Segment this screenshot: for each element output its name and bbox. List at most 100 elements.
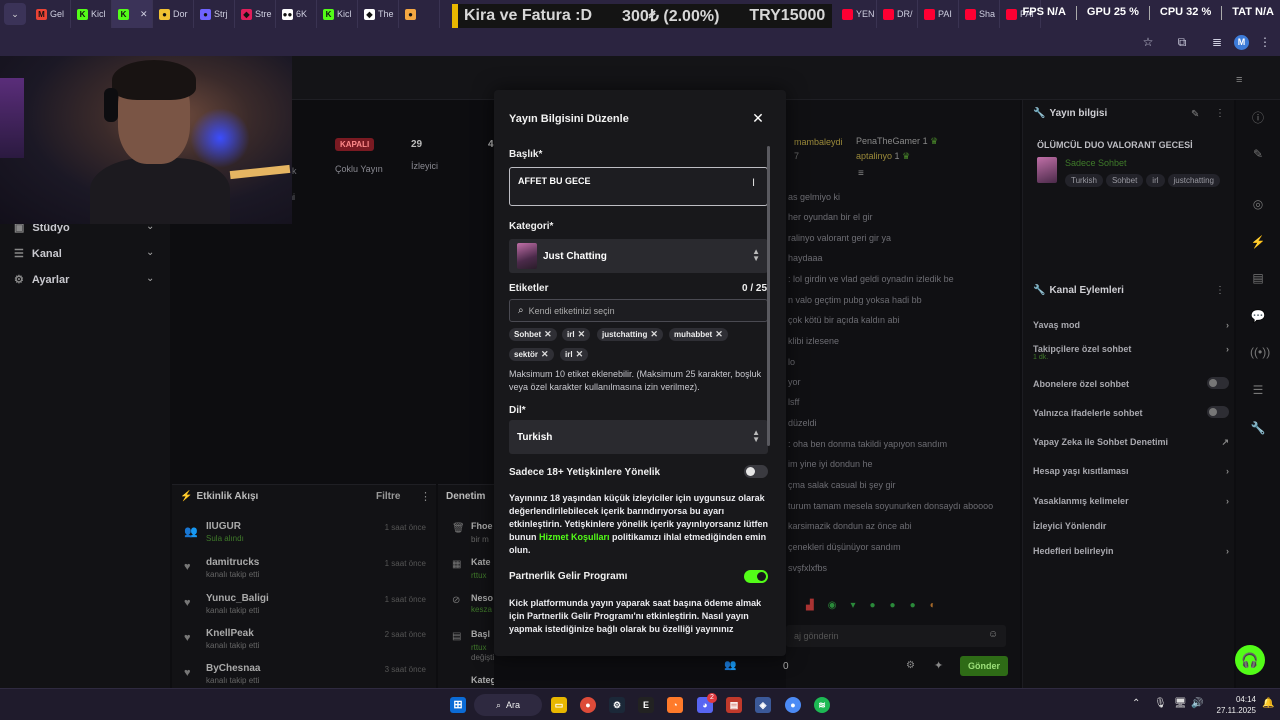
list-icon[interactable]: ☰ [1250, 382, 1266, 398]
sidebar-item-channel[interactable]: ☰ Kanal [14, 247, 62, 260]
emoji-icon[interactable]: ☺ [988, 629, 998, 640]
app-icon[interactable]: ▤ [726, 697, 742, 713]
toggle-switch[interactable] [1207, 377, 1229, 389]
collapse-icon[interactable]: ≡ [858, 168, 864, 179]
browser-tab[interactable]: ◆ Stre [235, 0, 276, 28]
browser-tab[interactable]: ●● 6K [276, 0, 317, 28]
browser-tab[interactable]: Sha [959, 0, 1000, 28]
windows-start-icon[interactable]: ⊞ [450, 697, 466, 713]
more-icon[interactable]: ⋮ [1215, 108, 1225, 119]
browser-tab[interactable]: K ✕ [112, 0, 153, 28]
steam-icon[interactable]: ⚙ [609, 697, 625, 713]
action-account-age[interactable]: Hesap yaşı kısıtlaması › [1033, 466, 1229, 476]
volume-icon[interactable]: 🔊 [1191, 698, 1203, 709]
support-button[interactable]: 🎧 [1235, 645, 1265, 675]
emote-icon[interactable]: ● [890, 600, 896, 616]
chevron-down-icon[interactable]: ⌄ [146, 273, 154, 284]
chrome-icon[interactable]: ● [580, 697, 596, 713]
kebab-menu-icon[interactable]: ⋮ [1258, 35, 1272, 49]
remove-tag-icon[interactable]: ✕ [576, 349, 584, 360]
more-icon[interactable]: ⋮ [420, 490, 431, 503]
chat-top-user[interactable]: aptalinyo 1 ♛ [856, 151, 910, 162]
tab-search-icon[interactable]: ⌄ [4, 3, 26, 25]
action-subscribers-only[interactable]: Abonelere özel sohbet [1033, 377, 1229, 389]
close-icon[interactable]: ✕ [750, 110, 766, 126]
spotify-icon[interactable]: ≋ [814, 697, 830, 713]
chat-icon[interactable]: 💬 [1250, 308, 1266, 324]
taskbar-search[interactable]: ⌕ Ara [474, 694, 542, 716]
document-icon[interactable]: ▤ [1250, 270, 1266, 286]
emote-icon[interactable]: ◉ [828, 600, 837, 616]
action-goals[interactable]: Hedefleri belirleyin › [1033, 546, 1229, 556]
browser-tab[interactable]: ● Strj [194, 0, 235, 28]
target-icon[interactable]: ◎ [1250, 196, 1266, 212]
emote-picker-icon[interactable]: ✦ [934, 659, 943, 672]
remove-tag-icon[interactable]: ✕ [544, 329, 552, 340]
browser-icon[interactable]: ● [785, 697, 801, 713]
chat-top-user[interactable]: mambaleydi [794, 137, 843, 147]
browser-tab[interactable]: K Kicl [317, 0, 358, 28]
emote-icon[interactable]: ◐ [930, 600, 936, 616]
remove-tag-icon[interactable]: ✕ [715, 329, 723, 340]
language-select[interactable]: Turkish ▲ ▼ [509, 420, 768, 454]
emote-icon[interactable]: ▾ [850, 600, 855, 616]
file-explorer-icon[interactable]: ▭ [551, 697, 567, 713]
adult-content-toggle[interactable] [744, 465, 768, 478]
microphone-icon[interactable]: 🎙 [1154, 698, 1167, 709]
browser-tab[interactable]: YEN [836, 0, 877, 28]
star-icon[interactable]: ☆ [1141, 35, 1155, 49]
remove-tag-icon[interactable]: ✕ [541, 349, 549, 360]
activity-user[interactable]: IIUGUR [206, 521, 241, 532]
edit-icon[interactable]: ✎ [1250, 146, 1266, 162]
browser-tab[interactable]: DR/ [877, 0, 918, 28]
action-slow-mode[interactable]: Yavaş mod › [1033, 320, 1229, 330]
browser-tab[interactable]: ◆ The [358, 0, 399, 28]
edit-icon[interactable]: ✎ [1191, 109, 1199, 120]
settings-icon[interactable]: ⚙ [906, 660, 915, 671]
emote-icon[interactable]: ▟ [806, 600, 814, 616]
browser-tab[interactable]: ● [399, 0, 440, 28]
chat-top-user[interactable]: PenaTheGamer 1 ♛ [856, 136, 938, 147]
browser-tab[interactable]: PAI [918, 0, 959, 28]
info-icon[interactable]: ⓘ [1250, 110, 1266, 126]
extensions-icon[interactable]: ⧉ [1175, 35, 1189, 49]
remove-tag-icon[interactable]: ✕ [650, 329, 658, 340]
category-select[interactable]: Just Chatting ▲ ▼ [509, 239, 768, 273]
browser-tab[interactable]: K Kicl [71, 0, 112, 28]
chat-input[interactable]: aj gönderin [786, 625, 1006, 647]
app-icon[interactable]: ◈ [755, 697, 771, 713]
remove-tag-icon[interactable]: ✕ [578, 329, 586, 340]
terms-link[interactable]: Hizmet Koşulları [539, 532, 610, 542]
partner-program-toggle[interactable] [744, 570, 768, 583]
tag-search-input[interactable]: ⌕ Kendi etiketinizi seçin [509, 299, 768, 322]
epic-games-icon[interactable]: E [638, 697, 654, 713]
network-icon[interactable]: 🖥 [1174, 698, 1187, 709]
media-icon[interactable]: ≣ [1210, 35, 1224, 49]
action-emotes-only[interactable]: Yalnızca ifadelerle sohbet [1033, 406, 1229, 418]
close-tab-icon[interactable]: ✕ [140, 9, 148, 20]
menu-icon[interactable]: ≡ [1236, 74, 1242, 86]
filter-button[interactable]: Filtre [376, 491, 400, 502]
profile-avatar[interactable]: M [1234, 35, 1249, 50]
action-banned-words[interactable]: Yasaklanmış kelimeler › [1033, 496, 1229, 506]
lightning-icon[interactable]: ⚡ [1250, 234, 1266, 250]
browser-tab[interactable]: M Gel [30, 0, 71, 28]
send-button[interactable]: Gönder [960, 656, 1008, 676]
activity-user[interactable]: damitrucks [206, 557, 259, 568]
activity-user[interactable]: Yunuc_Baligi [206, 593, 269, 604]
emote-icon[interactable]: ● [910, 600, 916, 616]
toggle-switch[interactable] [1207, 406, 1229, 418]
chevron-down-icon[interactable]: ⌄ [146, 247, 154, 258]
emote-icon[interactable]: ● [869, 600, 875, 616]
modal-scrollbar[interactable] [767, 146, 770, 446]
browser-tab[interactable]: ● Dor [153, 0, 194, 28]
broadcast-icon[interactable]: ((•)) [1250, 344, 1270, 360]
action-followers-only[interactable]: Takipçilere özel sohbet › 1 dk. [1033, 344, 1229, 361]
wrench-icon[interactable]: 🔧 [1250, 420, 1266, 436]
more-icon[interactable]: ⋮ [1215, 285, 1225, 296]
action-raid[interactable]: İzleyici Yönlendir [1033, 521, 1229, 531]
activity-user[interactable]: ByChesnaa [206, 663, 260, 674]
activity-user[interactable]: KnellPeak [206, 628, 254, 639]
notification-icon[interactable]: 🔔 [1262, 698, 1274, 709]
app-icon[interactable]: ◔ [667, 697, 683, 713]
